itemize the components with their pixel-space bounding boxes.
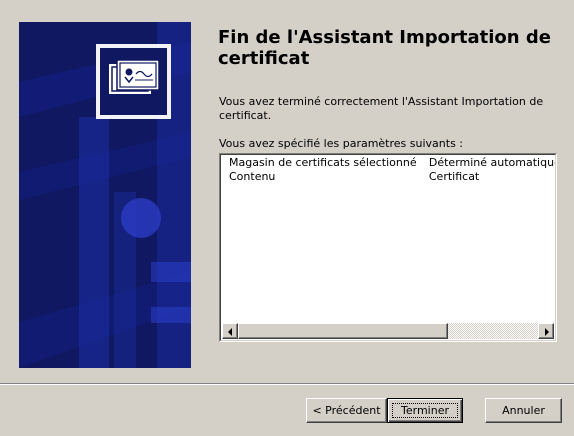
scrollbar-thumb[interactable] xyxy=(238,323,448,339)
settings-label: Vous avez spécifié les paramètres suivan… xyxy=(219,137,464,150)
certificate-import-wizard: Fin de l'Assistant Importation de certif… xyxy=(0,0,574,436)
wizard-banner xyxy=(19,22,191,368)
list-item[interactable]: Magasin de certificats sélectionné Déter… xyxy=(229,156,555,170)
certificate-icon xyxy=(96,44,171,119)
button-separator xyxy=(0,383,574,385)
scroll-left-arrow-icon xyxy=(228,328,232,336)
wizard-banner-art xyxy=(19,22,191,368)
setting-value: Déterminé automatiquement xyxy=(428,156,555,169)
cancel-button[interactable]: Annuler xyxy=(485,398,562,423)
settings-rows: Magasin de certificats sélectionné Déter… xyxy=(229,156,555,184)
focus-rectangle xyxy=(392,403,458,418)
scroll-left-button[interactable] xyxy=(222,323,238,339)
completion-message: Vous avez terminé correctement l'Assista… xyxy=(219,95,544,122)
settings-list-frame: Magasin de certificats sélectionné Déter… xyxy=(220,154,556,341)
horizontal-scrollbar[interactable] xyxy=(222,323,554,339)
setting-field: Magasin de certificats sélectionné xyxy=(229,156,417,169)
scroll-right-arrow-icon xyxy=(545,328,549,336)
wizard-title: Fin de l'Assistant Importation de certif… xyxy=(218,27,551,69)
list-item[interactable]: Contenu Certificat xyxy=(229,170,555,184)
settings-list[interactable]: Magasin de certificats sélectionné Déter… xyxy=(219,153,557,342)
previous-button[interactable]: < Précédent xyxy=(306,398,387,423)
finish-button[interactable]: Terminer xyxy=(387,398,463,423)
setting-field: Contenu xyxy=(229,170,276,183)
setting-value: Certificat xyxy=(428,170,480,183)
scroll-right-button[interactable] xyxy=(538,323,554,339)
